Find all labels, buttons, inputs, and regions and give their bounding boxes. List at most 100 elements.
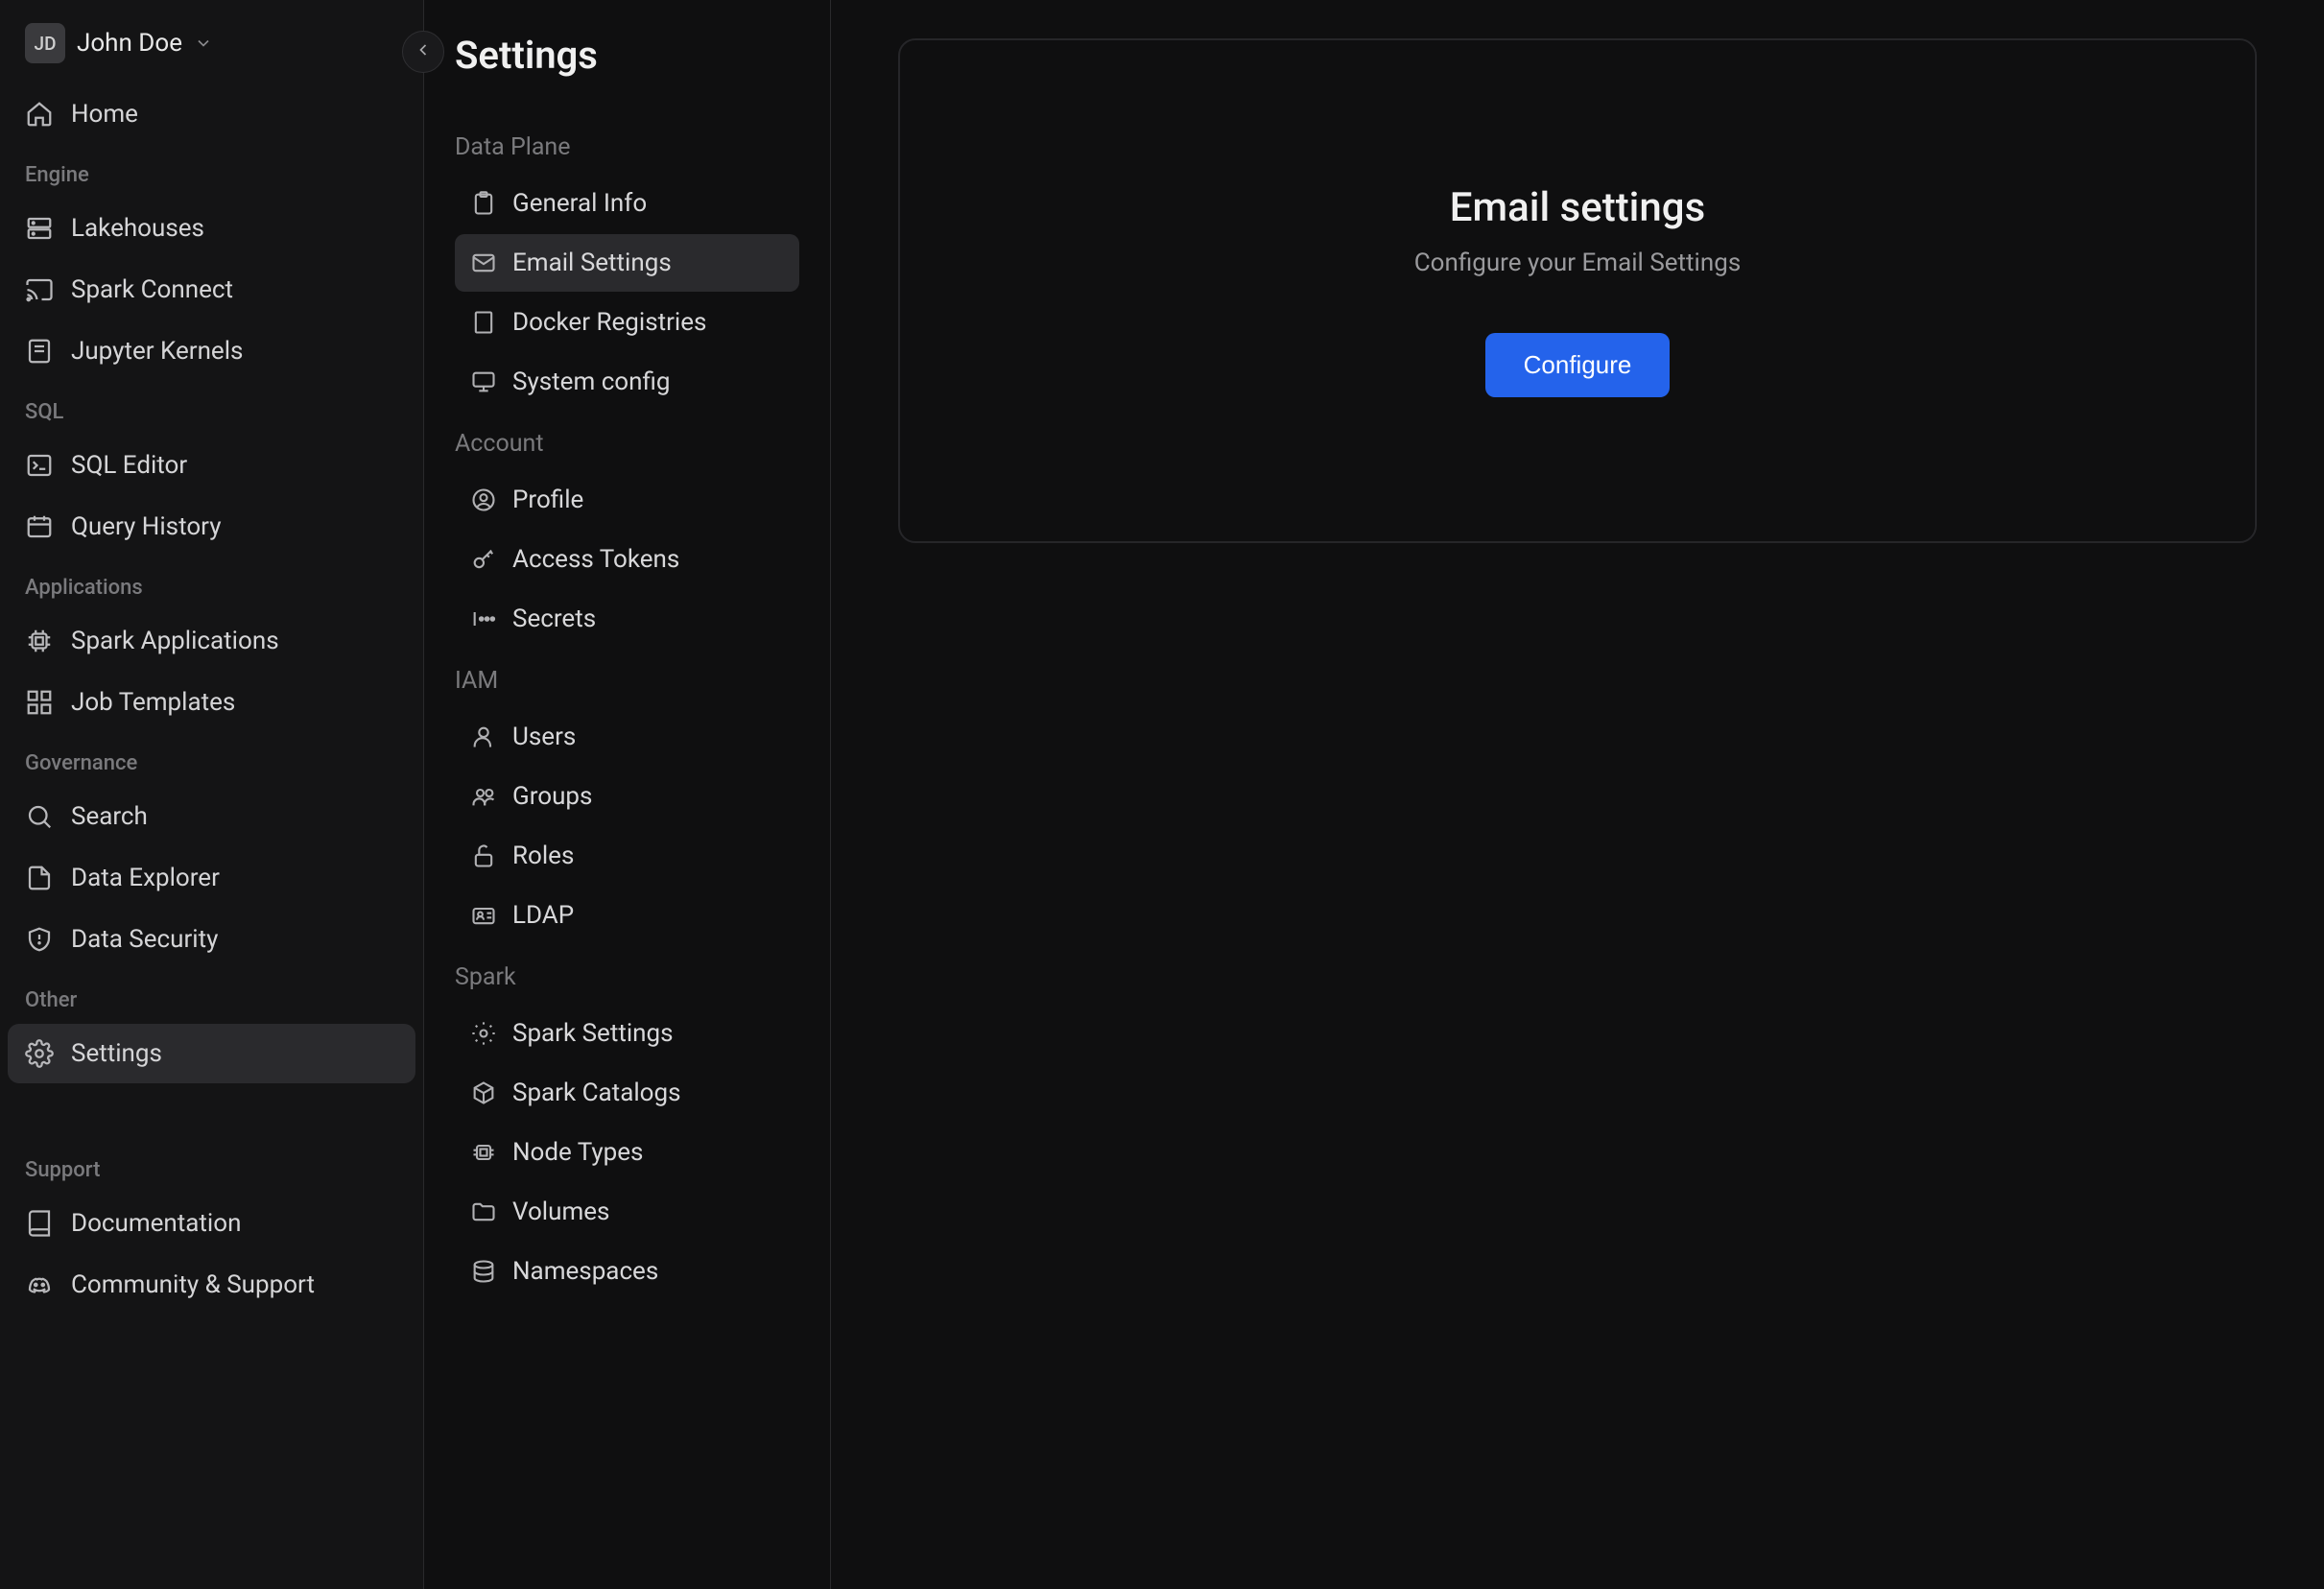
chevron-left-icon: [414, 40, 433, 63]
home-icon: [25, 100, 54, 129]
search-icon: [25, 802, 54, 831]
nav-data-security[interactable]: Data Security: [8, 910, 415, 969]
nav-label: Jupyter Kernels: [71, 337, 243, 366]
collapse-sidebar-button[interactable]: [402, 31, 444, 73]
settings-label: Secrets: [512, 605, 596, 633]
nav-label: Query History: [71, 512, 222, 541]
settings-title: Settings: [455, 33, 799, 78]
file-icon: [25, 864, 54, 892]
primary-sidebar: JD John Doe Home Engine Lakehouses: [0, 0, 424, 1589]
database-icon: [470, 1258, 497, 1285]
building-icon: [470, 309, 497, 336]
nav-label: Settings: [71, 1039, 162, 1068]
settings-spark-settings[interactable]: Spark Settings: [455, 1005, 799, 1062]
nav-section-support: Support: [8, 1141, 415, 1192]
settings-spark-catalogs[interactable]: Spark Catalogs: [455, 1064, 799, 1122]
password-icon: [470, 605, 497, 632]
nav-spark-applications[interactable]: Spark Applications: [8, 611, 415, 671]
nav-data-explorer[interactable]: Data Explorer: [8, 848, 415, 908]
settings-label: Namespaces: [512, 1257, 658, 1286]
nav-documentation[interactable]: Documentation: [8, 1194, 415, 1253]
users-icon: [470, 783, 497, 810]
nav-label: Community & Support: [71, 1270, 315, 1299]
settings-label: Email Settings: [512, 249, 672, 277]
folder-icon: [470, 1198, 497, 1225]
settings-label: Access Tokens: [512, 545, 679, 574]
nav-query-history[interactable]: Query History: [8, 497, 415, 557]
nav-section-other: Other: [8, 971, 415, 1022]
settings-group-data-plane: Data Plane: [455, 116, 799, 173]
discord-icon: [25, 1270, 54, 1299]
settings-label: Docker Registries: [512, 308, 706, 337]
user-icon: [470, 723, 497, 750]
mail-icon: [470, 249, 497, 276]
settings-general-info[interactable]: General Info: [455, 175, 799, 232]
settings-label: Groups: [512, 782, 592, 811]
main-content: Email settings Configure your Email Sett…: [831, 0, 2324, 1589]
settings-groups[interactable]: Groups: [455, 768, 799, 825]
user-menu[interactable]: JD John Doe: [8, 19, 415, 83]
settings-label: Spark Catalogs: [512, 1079, 681, 1107]
nav-section-engine: Engine: [8, 146, 415, 197]
card-subtitle: Configure your Email Settings: [1414, 249, 1742, 277]
settings-label: Roles: [512, 842, 574, 870]
lock-open-icon: [470, 842, 497, 869]
nav-section-sql: SQL: [8, 383, 415, 434]
nav-lakehouses[interactable]: Lakehouses: [8, 199, 415, 258]
configure-button[interactable]: Configure: [1485, 333, 1671, 397]
nav-sql-editor[interactable]: SQL Editor: [8, 436, 415, 495]
user-circle-icon: [470, 486, 497, 513]
nav-section-governance: Governance: [8, 734, 415, 785]
nav-settings[interactable]: Settings: [8, 1024, 415, 1083]
nav-label: Data Security: [71, 925, 218, 954]
gear-icon: [25, 1039, 54, 1068]
settings-docker-registries[interactable]: Docker Registries: [455, 294, 799, 351]
nav-label: SQL Editor: [71, 451, 187, 480]
gear-icon: [470, 1020, 497, 1047]
book-icon: [25, 1209, 54, 1238]
notebook-icon: [25, 337, 54, 366]
settings-namespaces[interactable]: Namespaces: [455, 1243, 799, 1300]
settings-users[interactable]: Users: [455, 708, 799, 766]
nav-label: Job Templates: [71, 688, 235, 717]
nav-label: Documentation: [71, 1209, 241, 1238]
nav-job-templates[interactable]: Job Templates: [8, 673, 415, 732]
settings-sidebar: Settings Data Plane General Info Email S…: [424, 0, 831, 1589]
history-icon: [25, 512, 54, 541]
settings-group-spark: Spark: [455, 946, 799, 1003]
settings-profile[interactable]: Profile: [455, 471, 799, 529]
nav-label: Search: [71, 802, 148, 831]
nav-community-support[interactable]: Community & Support: [8, 1255, 415, 1315]
chip-icon: [25, 627, 54, 655]
settings-email-settings[interactable]: Email Settings: [455, 234, 799, 292]
cast-icon: [25, 275, 54, 304]
id-card-icon: [470, 902, 497, 929]
settings-access-tokens[interactable]: Access Tokens: [455, 531, 799, 588]
user-name: John Doe: [77, 29, 182, 58]
chevron-down-icon: [194, 34, 213, 53]
settings-node-types[interactable]: Node Types: [455, 1124, 799, 1181]
nav-label: Spark Applications: [71, 627, 279, 655]
settings-system-config[interactable]: System config: [455, 353, 799, 411]
settings-secrets[interactable]: Secrets: [455, 590, 799, 648]
nav-label: Lakehouses: [71, 214, 204, 243]
settings-label: System config: [512, 368, 671, 396]
settings-group-iam: IAM: [455, 650, 799, 706]
nav-jupyter-kernels[interactable]: Jupyter Kernels: [8, 321, 415, 381]
monitor-icon: [470, 368, 497, 395]
settings-ldap[interactable]: LDAP: [455, 887, 799, 944]
lakehouse-icon: [25, 214, 54, 243]
settings-roles[interactable]: Roles: [455, 827, 799, 885]
settings-volumes[interactable]: Volumes: [455, 1183, 799, 1241]
terminal-icon: [25, 451, 54, 480]
settings-label: Spark Settings: [512, 1019, 674, 1048]
cpu-icon: [470, 1139, 497, 1166]
nav-search[interactable]: Search: [8, 787, 415, 846]
nav-label: Home: [71, 100, 138, 129]
settings-label: LDAP: [512, 901, 574, 930]
nav-home[interactable]: Home: [8, 84, 415, 144]
nav-label: Spark Connect: [71, 275, 233, 304]
nav-spark-connect[interactable]: Spark Connect: [8, 260, 415, 320]
settings-label: Users: [512, 723, 576, 751]
card-title: Email settings: [1450, 184, 1705, 231]
